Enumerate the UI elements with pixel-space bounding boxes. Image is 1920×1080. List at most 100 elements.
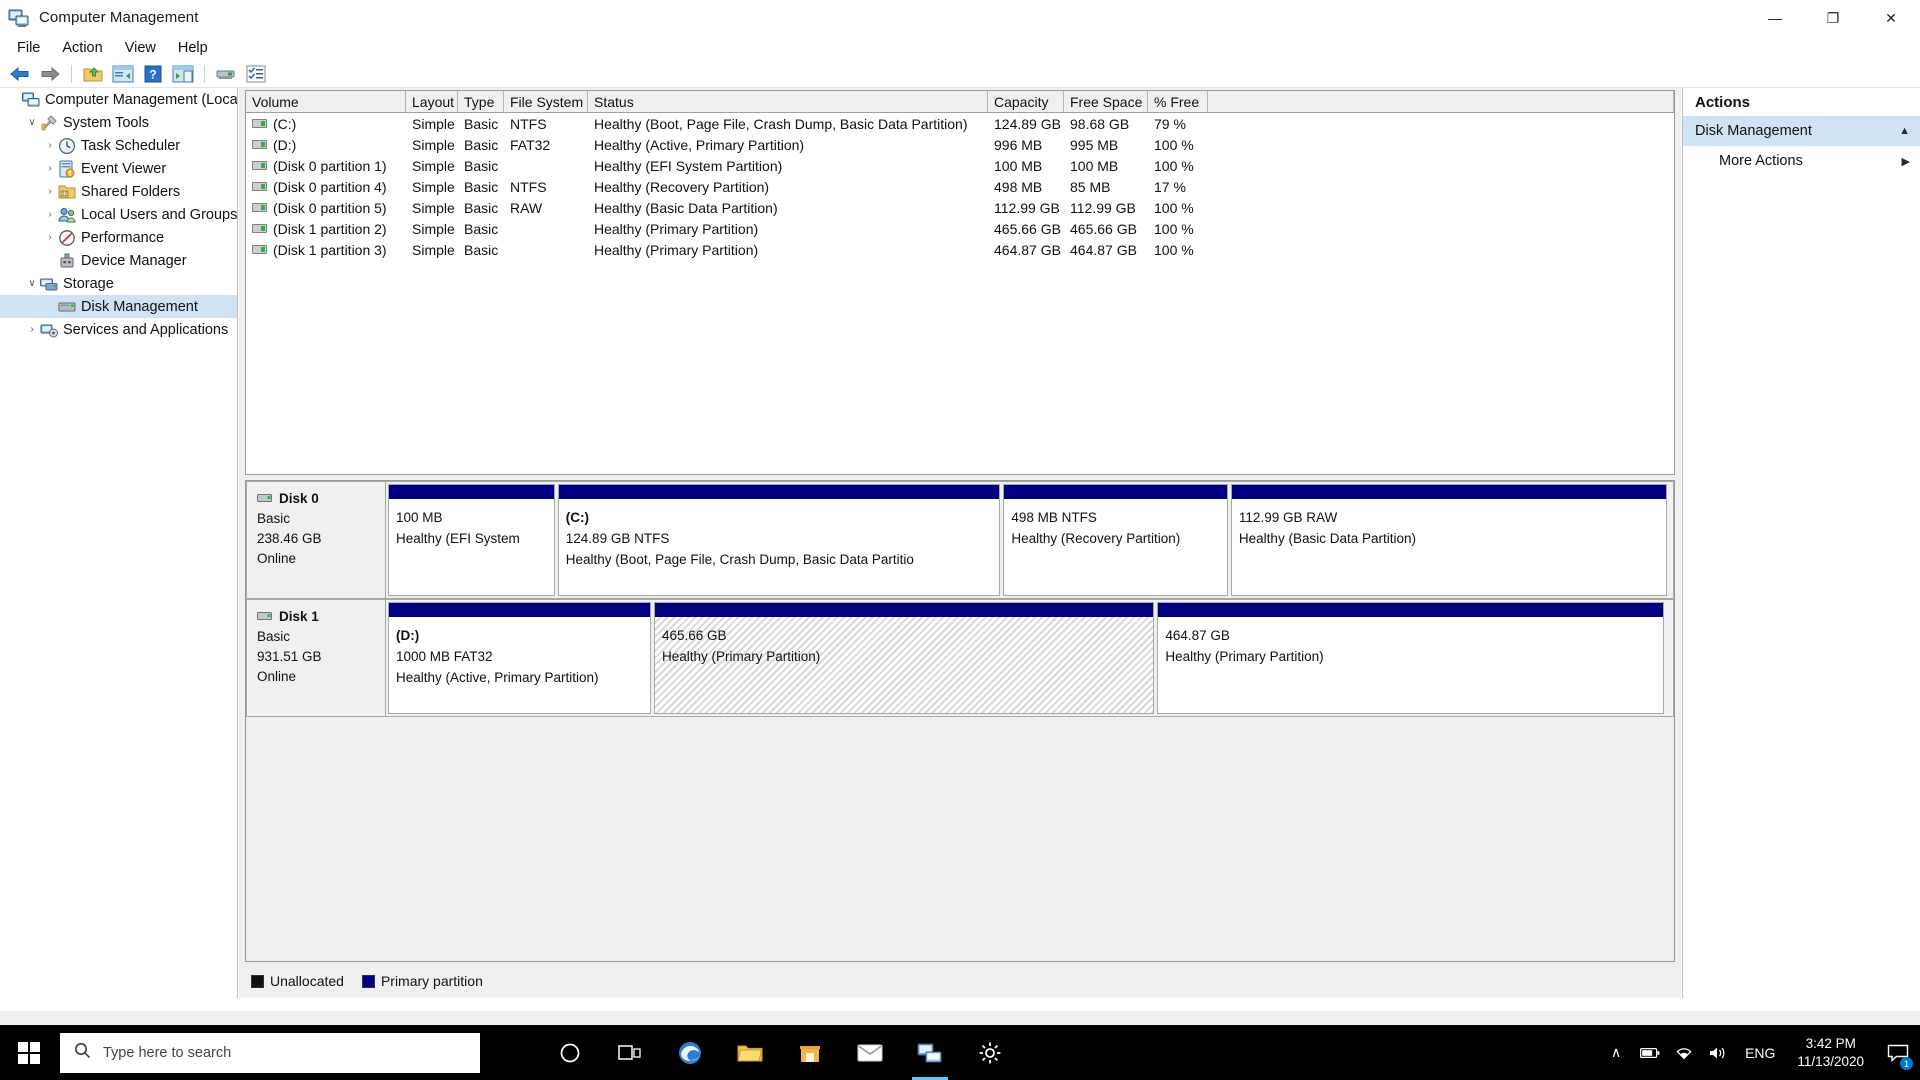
- column-header-free-space[interactable]: Free Space: [1064, 91, 1148, 112]
- chevron-right-icon[interactable]: ›: [42, 230, 58, 246]
- column-header-layout[interactable]: Layout: [406, 91, 458, 112]
- edge-icon[interactable]: [660, 1025, 720, 1080]
- properties-button[interactable]: [242, 62, 270, 86]
- notification-center-button[interactable]: 1: [1876, 1025, 1920, 1080]
- sidebar-item-event-viewer[interactable]: ›Event Viewer: [0, 157, 237, 180]
- disk-management-icon: [58, 298, 76, 316]
- partition-block[interactable]: 464.87 GBHealthy (Primary Partition): [1157, 602, 1664, 714]
- legend-label: Unallocated: [270, 973, 344, 989]
- volume-row[interactable]: (Disk 0 partition 5)SimpleBasicRAWHealth…: [246, 197, 1674, 218]
- volume-row[interactable]: (Disk 0 partition 4)SimpleBasicNTFSHealt…: [246, 176, 1674, 197]
- sidebar-item-local-users-and-groups[interactable]: ›Local Users and Groups: [0, 203, 237, 226]
- back-button[interactable]: [6, 62, 34, 86]
- partition-body: 465.66 GBHealthy (Primary Partition): [655, 617, 1153, 713]
- rescan-disks-button[interactable]: [212, 62, 240, 86]
- chevron-right-icon[interactable]: ›: [42, 207, 58, 223]
- free-space-cell: 100 MB: [1064, 158, 1148, 174]
- show-hidden-icons-icon[interactable]: ∧: [1599, 1025, 1633, 1080]
- chevron-right-icon[interactable]: ›: [24, 322, 40, 338]
- volume-list[interactable]: Volume Layout Type File System Status Ca…: [245, 90, 1675, 475]
- partition-text: 465.66 GBHealthy (Primary Partition): [655, 617, 1153, 667]
- partition-body: 100 MBHealthy (EFI System: [389, 499, 554, 595]
- sidebar-item-computer-management-local[interactable]: Computer Management (Local): [0, 88, 237, 111]
- sidebar-item-disk-management[interactable]: Disk Management: [0, 295, 237, 318]
- disk-info-panel[interactable]: Disk 1Basic931.51 GBOnline: [246, 599, 386, 717]
- column-header-volume[interactable]: Volume: [246, 91, 406, 112]
- type-cell: Basic: [458, 158, 504, 174]
- column-header-file-system[interactable]: File System: [504, 91, 588, 112]
- menu-view[interactable]: View: [114, 38, 167, 58]
- column-header-type[interactable]: Type: [458, 91, 504, 112]
- file-explorer-icon[interactable]: [720, 1025, 780, 1080]
- chevron-right-icon[interactable]: ▶: [1902, 155, 1910, 168]
- partition-block[interactable]: 465.66 GBHealthy (Primary Partition): [654, 602, 1154, 714]
- chevron-right-icon[interactable]: ›: [42, 138, 58, 154]
- sidebar-item-services-and-applications[interactable]: ›Services and Applications: [0, 318, 237, 341]
- partition-block[interactable]: 112.99 GB RAWHealthy (Basic Data Partiti…: [1231, 484, 1667, 596]
- menu-file[interactable]: File: [6, 38, 51, 58]
- clock[interactable]: 3:42 PM 11/13/2020: [1785, 1035, 1876, 1071]
- clock-date: 11/13/2020: [1797, 1053, 1864, 1071]
- chevron-up-icon[interactable]: ▲: [1899, 125, 1910, 137]
- partition-block[interactable]: (C:)124.89 GB NTFSHealthy (Boot, Page Fi…: [558, 484, 1001, 596]
- partition-block[interactable]: (D:)1000 MB FAT32Healthy (Active, Primar…: [388, 602, 651, 714]
- volume-row[interactable]: (C:)SimpleBasicNTFSHealthy (Boot, Page F…: [246, 113, 1674, 134]
- partition-block[interactable]: 498 MB NTFSHealthy (Recovery Partition): [1003, 484, 1228, 596]
- maximize-button[interactable]: ❐: [1804, 0, 1862, 36]
- console-tree[interactable]: Computer Management (Local)∨System Tools…: [0, 88, 238, 998]
- sidebar-item-storage[interactable]: ∨Storage: [0, 272, 237, 295]
- sidebar-item-system-tools[interactable]: ∨System Tools: [0, 111, 237, 134]
- chevron-right-icon[interactable]: ›: [42, 184, 58, 200]
- status-cell: Healthy (Primary Partition): [588, 221, 988, 237]
- volume-cell: (D:): [246, 137, 406, 153]
- mail-icon[interactable]: [840, 1025, 900, 1080]
- show-hide-console-tree-button[interactable]: [109, 62, 137, 86]
- free-space-cell: 98.68 GB: [1064, 116, 1148, 132]
- partition-status: Healthy (Primary Partition): [1165, 646, 1657, 667]
- disk-info-panel[interactable]: Disk 0Basic238.46 GBOnline: [246, 481, 386, 599]
- chevron-right-icon[interactable]: ›: [42, 161, 58, 177]
- window-title: Computer Management: [39, 9, 198, 26]
- volume-row[interactable]: (D:)SimpleBasicFAT32Healthy (Active, Pri…: [246, 134, 1674, 155]
- sidebar-item-shared-folders[interactable]: ›22Shared Folders: [0, 180, 237, 203]
- sidebar-item-task-scheduler[interactable]: ›Task Scheduler: [0, 134, 237, 157]
- column-header-capacity[interactable]: Capacity: [988, 91, 1064, 112]
- sidebar-item-performance[interactable]: ›Performance: [0, 226, 237, 249]
- menu-bar: File Action View Help: [0, 36, 1920, 60]
- volume-row[interactable]: (Disk 1 partition 3)SimpleBasicHealthy (…: [246, 239, 1674, 260]
- legend-swatch: [251, 975, 264, 988]
- battery-icon[interactable]: [1633, 1025, 1667, 1080]
- actions-disk-management-header[interactable]: Disk Management ▲: [1683, 116, 1920, 146]
- start-button[interactable]: [0, 1025, 58, 1080]
- volume-row[interactable]: (Disk 1 partition 2)SimpleBasicHealthy (…: [246, 218, 1674, 239]
- partition-text: 100 MBHealthy (EFI System: [389, 499, 554, 549]
- volume-list-header[interactable]: Volume Layout Type File System Status Ca…: [246, 91, 1674, 113]
- minimize-button[interactable]: —: [1746, 0, 1804, 36]
- computer-management-taskbar-icon[interactable]: [900, 1025, 960, 1080]
- column-header-percent-free[interactable]: % Free: [1148, 91, 1208, 112]
- partition-block[interactable]: 100 MBHealthy (EFI System: [388, 484, 555, 596]
- help-button[interactable]: ?: [139, 62, 167, 86]
- menu-help[interactable]: Help: [167, 38, 219, 58]
- chevron-down-icon[interactable]: ∨: [24, 276, 40, 292]
- partition-size: 464.87 GB: [1165, 625, 1657, 646]
- actions-more-actions[interactable]: More Actions ▶: [1683, 146, 1920, 176]
- chevron-down-icon[interactable]: ∨: [24, 115, 40, 131]
- show-action-pane-button[interactable]: [169, 62, 197, 86]
- volume-row[interactable]: (Disk 0 partition 1)SimpleBasicHealthy (…: [246, 155, 1674, 176]
- microsoft-store-icon[interactable]: [780, 1025, 840, 1080]
- network-icon[interactable]: [1667, 1025, 1701, 1080]
- menu-action[interactable]: Action: [51, 38, 113, 58]
- status-cell: Healthy (Recovery Partition): [588, 179, 988, 195]
- up-folder-button[interactable]: [79, 62, 107, 86]
- task-view-icon[interactable]: [600, 1025, 660, 1080]
- sidebar-item-device-manager[interactable]: Device Manager: [0, 249, 237, 272]
- column-header-status[interactable]: Status: [588, 91, 988, 112]
- settings-icon[interactable]: [960, 1025, 1020, 1080]
- search-box[interactable]: Type here to search: [60, 1033, 480, 1073]
- cortana-icon[interactable]: [540, 1025, 600, 1080]
- close-button[interactable]: ✕: [1862, 0, 1920, 36]
- language-indicator[interactable]: ENG: [1735, 1045, 1785, 1061]
- forward-button[interactable]: [36, 62, 64, 86]
- volume-icon[interactable]: [1701, 1025, 1735, 1080]
